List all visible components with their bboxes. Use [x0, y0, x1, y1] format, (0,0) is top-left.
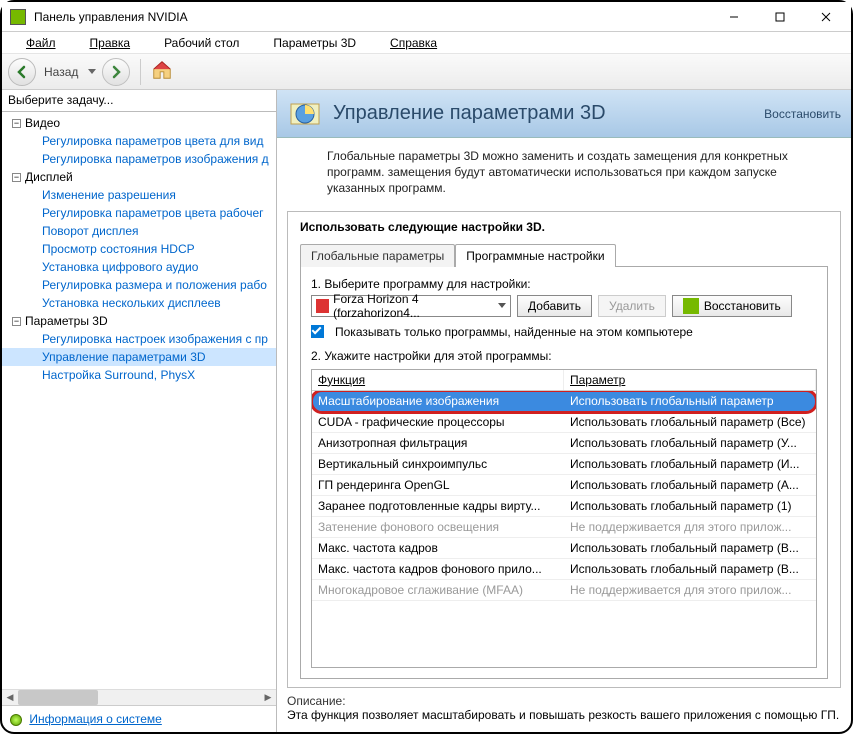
menu-3d[interactable]: Параметры 3D	[257, 34, 372, 52]
table-row[interactable]: Многокадровое сглаживание (MFAA)Не подде…	[312, 580, 816, 601]
settings-group: Использовать следующие настройки 3D. Гло…	[287, 211, 841, 688]
menu-file[interactable]: Файл	[10, 34, 72, 52]
tree-leaf[interactable]: Регулировка параметров изображения д	[2, 150, 276, 168]
cell-function: Заранее подготовленные кадры вирту...	[312, 496, 564, 516]
sidebar-h-scrollbar[interactable]: ◀▶	[2, 689, 276, 705]
cell-function: Анизотропная фильтрация	[312, 433, 564, 453]
cell-parameter: Использовать глобальный параметр (В...	[564, 559, 816, 579]
back-label: Назад	[44, 65, 78, 79]
nvidia-icon	[10, 9, 26, 25]
footer-title: Описание:	[287, 694, 841, 708]
cell-parameter: Использовать глобальный параметр (В...	[564, 538, 816, 558]
cell-parameter: Использовать глобальный параметр (У...	[564, 433, 816, 453]
forward-button[interactable]	[102, 58, 130, 86]
page-header: Управление параметрами 3D Восстановить	[277, 90, 851, 138]
step2-label: 2. Укажите настройки для этой программы:	[311, 349, 817, 363]
page-description: Глобальные параметры 3D можно заменить и…	[277, 138, 851, 207]
showonly-label: Показывать только программы, найденные н…	[335, 325, 693, 339]
program-select[interactable]: Forza Horizon 4 (forzahorizon4...	[311, 295, 511, 317]
cell-parameter: Не поддерживается для этого прилож...	[564, 517, 816, 537]
back-button[interactable]	[8, 58, 36, 86]
add-button[interactable]: Добавить	[517, 295, 592, 317]
program-icon	[316, 299, 329, 313]
cell-parameter: Использовать глобальный параметр	[564, 391, 816, 411]
cell-parameter: Использовать глобальный параметр (1)	[564, 496, 816, 516]
program-select-value: Forza Horizon 4 (forzahorizon4...	[333, 292, 498, 320]
table-row[interactable]: Заранее подготовленные кадры вирту...Исп…	[312, 496, 816, 517]
window-title: Панель управления NVIDIA	[34, 10, 711, 24]
tree-display[interactable]: −Дисплей	[2, 168, 276, 186]
delete-button: Удалить	[598, 295, 666, 317]
table-row[interactable]: Масштабирование изображенияИспользовать …	[312, 391, 816, 412]
cell-function: Затенение фонового освещения	[312, 517, 564, 537]
tab-program[interactable]: Программные настройки	[455, 244, 615, 267]
table-row[interactable]: Макс. частота кадровИспользовать глобаль…	[312, 538, 816, 559]
chevron-down-icon	[498, 303, 506, 308]
menu-help[interactable]: Справка	[374, 34, 453, 52]
cell-function: Макс. частота кадров фонового прило...	[312, 559, 564, 579]
tree-leaf[interactable]: Регулировка настроек изображения с пр	[2, 330, 276, 348]
settings-table: Функция Параметр Масштабирование изображ…	[311, 369, 817, 668]
sysinfo-link-row: Информация о системе	[2, 705, 276, 732]
cell-function: CUDA - графические процессоры	[312, 412, 564, 432]
minimize-button[interactable]	[711, 3, 757, 31]
tree-3d[interactable]: −Параметры 3D	[2, 312, 276, 330]
tree-leaf[interactable]: Установка цифрового аудио	[2, 258, 276, 276]
page-title: Управление параметрами 3D	[333, 102, 606, 125]
tree-leaf-selected[interactable]: Управление параметрами 3D	[2, 348, 276, 366]
tree-leaf[interactable]: Регулировка параметров цвета для вид	[2, 132, 276, 150]
cell-function: Масштабирование изображения	[312, 391, 564, 411]
col-function[interactable]: Функция	[312, 370, 564, 390]
showonly-checkbox[interactable]	[311, 325, 324, 338]
description-footer: Описание: Эта функция позволяет масштаби…	[287, 694, 841, 722]
tree-leaf[interactable]: Просмотр состояния HDCP	[2, 240, 276, 258]
toolbar-divider	[140, 59, 141, 85]
header-icon	[287, 96, 323, 132]
back-dropdown-icon[interactable]	[88, 69, 96, 74]
settings-group-title: Использовать следующие настройки 3D.	[288, 212, 840, 234]
tree-video[interactable]: −Видео	[2, 114, 276, 132]
close-button[interactable]	[803, 3, 849, 31]
cell-parameter: Не поддерживается для этого прилож...	[564, 580, 816, 600]
table-row[interactable]: CUDA - графические процессорыИспользоват…	[312, 412, 816, 433]
tree-leaf[interactable]: Изменение разрешения	[2, 186, 276, 204]
table-row[interactable]: Макс. частота кадров фонового прило...Ис…	[312, 559, 816, 580]
col-parameter[interactable]: Параметр	[564, 370, 816, 390]
nvidia-icon	[683, 298, 699, 314]
cell-function: Вертикальный синхроимпульс	[312, 454, 564, 474]
cell-parameter: Использовать глобальный параметр (А...	[564, 475, 816, 495]
task-tree[interactable]: −Видео Регулировка параметров цвета для …	[2, 112, 276, 689]
sysinfo-link[interactable]: Информация о системе	[29, 712, 161, 726]
home-button[interactable]	[151, 59, 173, 84]
cell-function: ГП рендеринга OpenGL	[312, 475, 564, 495]
table-row[interactable]: Затенение фонового освещенияНе поддержив…	[312, 517, 816, 538]
tab-global[interactable]: Глобальные параметры	[300, 244, 455, 267]
cell-function: Многокадровое сглаживание (MFAA)	[312, 580, 564, 600]
tree-leaf[interactable]: Регулировка размера и положения рабо	[2, 276, 276, 294]
table-row[interactable]: Анизотропная фильтрацияИспользовать глоб…	[312, 433, 816, 454]
sidebar-header: Выберите задачу...	[2, 90, 276, 112]
table-row[interactable]: Вертикальный синхроимпульсИспользовать г…	[312, 454, 816, 475]
tree-leaf[interactable]: Установка нескольких дисплеев	[2, 294, 276, 312]
menu-desktop[interactable]: Рабочий стол	[148, 34, 255, 52]
cell-parameter: Использовать глобальный параметр (И...	[564, 454, 816, 474]
restore-button[interactable]: Восстановить	[672, 295, 792, 317]
table-row[interactable]: ГП рендеринга OpenGLИспользовать глобаль…	[312, 475, 816, 496]
step1-label: 1. Выберите программу для настройки:	[311, 277, 817, 291]
sysinfo-icon	[10, 714, 22, 726]
settings-table-body[interactable]: Масштабирование изображенияИспользовать …	[312, 391, 816, 667]
nav-toolbar: Назад	[2, 54, 851, 90]
restore-defaults-link[interactable]: Восстановить	[764, 107, 841, 121]
menubar: Файл Правка Рабочий стол Параметры 3D Сп…	[2, 32, 851, 54]
cell-function: Макс. частота кадров	[312, 538, 564, 558]
menu-edit[interactable]: Правка	[74, 34, 147, 52]
maximize-button[interactable]	[757, 3, 803, 31]
tree-leaf[interactable]: Настройка Surround, PhysX	[2, 366, 276, 384]
tab-pane: 1. Выберите программу для настройки: For…	[300, 266, 828, 679]
footer-text: Эта функция позволяет масштабировать и п…	[287, 708, 841, 722]
tree-leaf[interactable]: Регулировка параметров цвета рабочег	[2, 204, 276, 222]
titlebar: Панель управления NVIDIA	[2, 2, 851, 32]
cell-parameter: Использовать глобальный параметр (Все)	[564, 412, 816, 432]
tree-leaf[interactable]: Поворот дисплея	[2, 222, 276, 240]
